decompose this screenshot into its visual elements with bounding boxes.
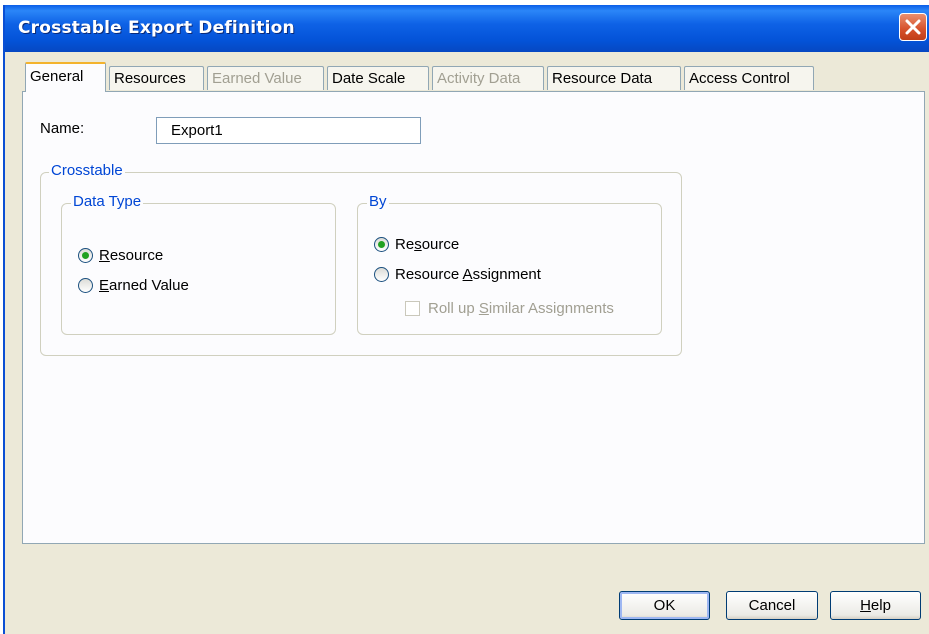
- radio-label: Resource: [395, 236, 460, 253]
- name-input[interactable]: [156, 117, 421, 144]
- tab-earned-value: Earned Value: [207, 66, 324, 90]
- tab-date-scale[interactable]: Date Scale: [327, 66, 429, 90]
- radio-datatype-resource[interactable]: Resource: [78, 247, 163, 264]
- tab-resources[interactable]: Resources: [109, 66, 204, 90]
- help-button[interactable]: Help: [830, 591, 921, 620]
- radio-button[interactable]: [78, 248, 93, 263]
- tab-activity-data: Activity Data: [432, 66, 544, 90]
- tab-access-control[interactable]: Access Control: [684, 66, 814, 90]
- radio-datatype-earned-value[interactable]: Earned Value: [78, 277, 189, 294]
- radio-by-resource[interactable]: Resource: [374, 236, 459, 253]
- window-title: Crosstable Export Definition: [18, 18, 295, 38]
- cancel-button[interactable]: Cancel: [726, 591, 818, 620]
- title-bar[interactable]: Crosstable Export Definition: [5, 5, 929, 52]
- close-button[interactable]: [899, 13, 927, 41]
- by-legend: By: [367, 193, 389, 210]
- tab-general[interactable]: General: [25, 62, 106, 92]
- rollup-label: Roll up Similar Assignments: [428, 300, 614, 317]
- radio-by-resource-assignment[interactable]: Resource Assignment: [374, 266, 541, 283]
- data-type-legend: Data Type: [71, 193, 144, 210]
- tab-resource-data[interactable]: Resource Data: [547, 66, 681, 90]
- data-type-group: Data Type: [61, 193, 336, 335]
- rollup-checkbox-row: Roll up Similar Assignments: [405, 300, 614, 317]
- name-label: Name:: [40, 120, 85, 137]
- radio-label: Earned Value: [99, 277, 189, 294]
- radio-button[interactable]: [374, 267, 389, 282]
- close-icon: [905, 19, 921, 35]
- crosstable-legend: Crosstable: [49, 162, 125, 179]
- radio-button[interactable]: [78, 278, 93, 293]
- radio-button[interactable]: [374, 237, 389, 252]
- radio-label: Resource: [99, 247, 164, 264]
- rollup-checkbox: [405, 301, 420, 316]
- ok-button[interactable]: OK: [619, 591, 710, 620]
- radio-label: Resource Assignment: [395, 266, 541, 283]
